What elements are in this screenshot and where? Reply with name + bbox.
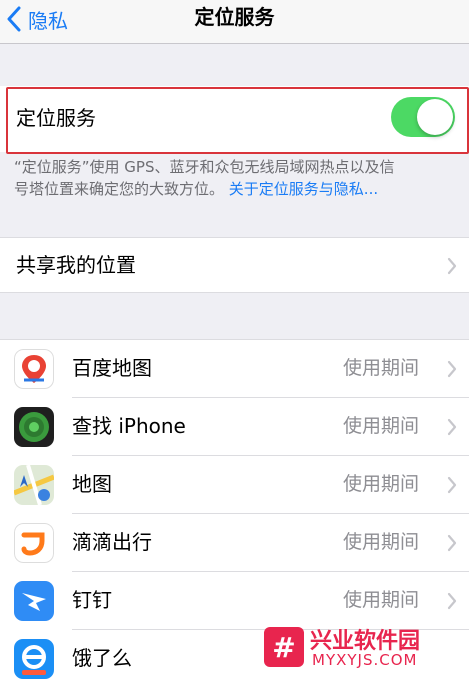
dingtalk-icon — [14, 581, 54, 621]
baidu-maps-icon — [14, 349, 54, 389]
didi-icon — [14, 523, 54, 563]
footnote-text-1: “定位服务”使用 GPS、蓝牙和众包无线局域网热点以及信 — [14, 158, 395, 176]
app-name: 钉钉 — [72, 588, 112, 612]
app-row-dingtalk[interactable]: 钉钉 使用期间 — [0, 572, 469, 630]
app-name: 滴滴出行 — [72, 530, 152, 554]
app-name: 百度地图 — [72, 356, 152, 380]
eleme-icon — [14, 639, 54, 679]
page-title: 定位服务 — [194, 5, 275, 29]
chevron-right-icon — [447, 418, 457, 436]
apple-maps-icon — [14, 465, 54, 505]
privacy-link[interactable]: 关于定位服务与隐私... — [229, 180, 378, 198]
app-name: 地图 — [72, 472, 112, 496]
location-services-toggle[interactable] — [391, 97, 455, 137]
app-name: 查找 iPhone — [72, 414, 186, 438]
app-row-apple-maps[interactable]: 地图 使用期间 — [0, 456, 469, 514]
app-row-didi[interactable]: 滴滴出行 使用期间 — [0, 514, 469, 572]
chevron-right-icon — [447, 476, 457, 494]
app-row-baidu-maps[interactable]: 百度地图 使用期间 — [0, 340, 469, 398]
chevron-right-icon — [447, 257, 457, 275]
footnote-text-2: 号塔位置来确定您的大致方位。 — [14, 180, 225, 198]
find-iphone-icon — [14, 407, 54, 447]
app-status: 使用期间 — [343, 357, 420, 379]
app-status: 使用期间 — [343, 589, 420, 611]
chevron-right-icon — [447, 592, 457, 610]
share-my-location-row[interactable]: 共享我的位置 — [0, 237, 469, 293]
toggle-knob — [417, 99, 453, 135]
watermark-domain: MYXYJS.COM — [312, 651, 418, 669]
app-row-find-iphone[interactable]: 查找 iPhone 使用期间 — [0, 398, 469, 456]
chevron-right-icon — [447, 360, 457, 378]
watermark-logo: # — [264, 627, 304, 667]
chevron-right-icon — [447, 534, 457, 552]
app-status: 使用期间 — [343, 531, 420, 553]
app-status: 使用期间 — [343, 415, 420, 437]
location-services-footnote: “定位服务”使用 GPS、蓝牙和众包无线局域网热点以及信 号塔位置来确定您的大致… — [14, 156, 454, 200]
app-name: 饿了么 — [72, 646, 132, 670]
app-status: 使用期间 — [343, 473, 420, 495]
navigation-bar: 隐私 定位服务 — [0, 0, 469, 44]
site-watermark: # 兴业软件园 MYXYJS.COM — [264, 623, 464, 675]
share-my-location-label: 共享我的位置 — [16, 253, 136, 277]
